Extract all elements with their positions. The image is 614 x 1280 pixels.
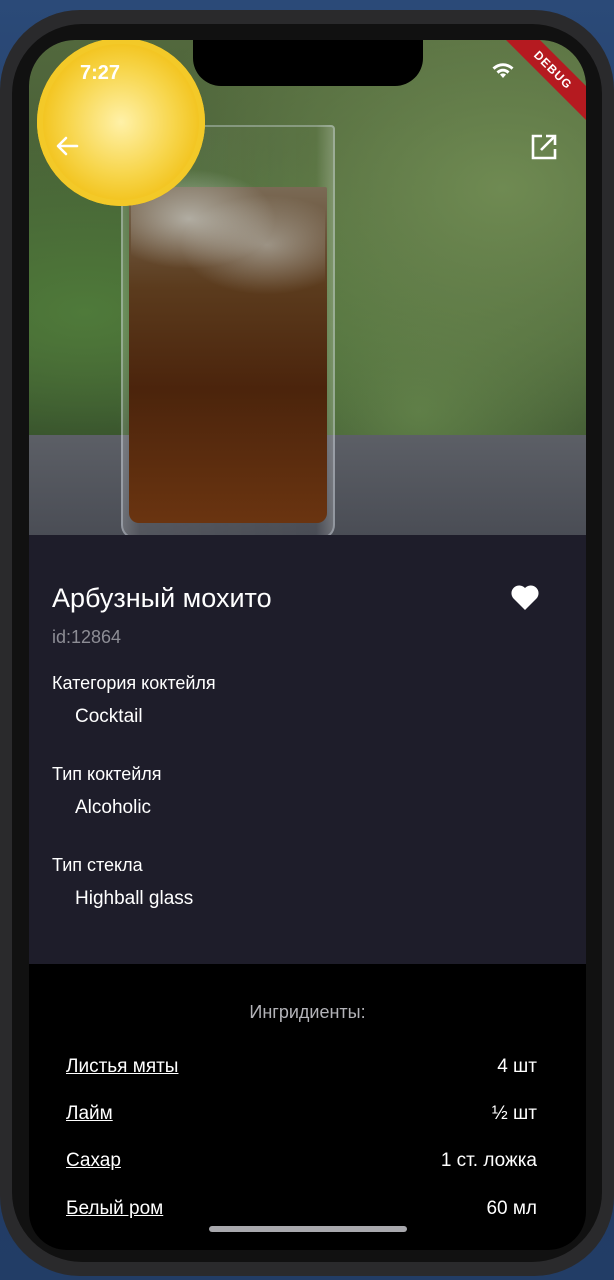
notch bbox=[193, 40, 423, 86]
ingredient-qty: 1 ст. ложка bbox=[440, 1150, 537, 1171]
heart-icon[interactable] bbox=[510, 583, 540, 611]
photo-lemon-slice bbox=[37, 40, 205, 206]
ingredient-row: Белый ром 60 мл bbox=[66, 1198, 537, 1226]
glass-value: Highball glass bbox=[75, 888, 194, 909]
cocktail-photo bbox=[29, 40, 586, 535]
cocktail-id: id:12864 bbox=[52, 627, 122, 647]
home-indicator[interactable] bbox=[209, 1226, 407, 1232]
category-label: Категория коктейля bbox=[52, 673, 216, 693]
type-label: Тип коктейля bbox=[52, 764, 162, 784]
ingredient-qty: 4 шт bbox=[497, 1056, 537, 1077]
ingredient-name-link[interactable]: Белый ром bbox=[66, 1198, 163, 1220]
ingredient-row: Лайм ½ шт bbox=[66, 1103, 537, 1131]
ingredient-row: Листья мяты 4 шт bbox=[66, 1056, 537, 1084]
ingredient-name-link[interactable]: Сахар bbox=[66, 1150, 121, 1172]
ingredient-name-link[interactable]: Лайм bbox=[66, 1103, 113, 1125]
ingredients-title: Ингридиенты: bbox=[249, 1002, 366, 1022]
wifi-icon bbox=[492, 63, 514, 78]
ingredient-qty: 60 мл bbox=[486, 1198, 537, 1219]
glass-label: Тип стекла bbox=[52, 855, 143, 875]
category-value: Cocktail bbox=[75, 706, 143, 727]
cocktail-info-card: Арбузный мохито id:12864 Категория кокте… bbox=[29, 535, 586, 964]
ingredient-name-link[interactable]: Листья мяты bbox=[66, 1056, 178, 1078]
app-screen: 7:27 DEBUG Арбузный мохито id:12864 Кате… bbox=[29, 40, 586, 1250]
arrow-left-icon[interactable] bbox=[53, 132, 81, 160]
status-time: 7:27 bbox=[80, 62, 121, 84]
cocktail-title: Арбузный мохито bbox=[52, 583, 272, 613]
ingredient-qty: ½ шт bbox=[491, 1103, 537, 1124]
open-external-icon[interactable] bbox=[529, 132, 559, 162]
ingredient-row: Сахар 1 ст. ложка bbox=[66, 1150, 537, 1178]
type-value: Alcoholic bbox=[75, 797, 152, 818]
